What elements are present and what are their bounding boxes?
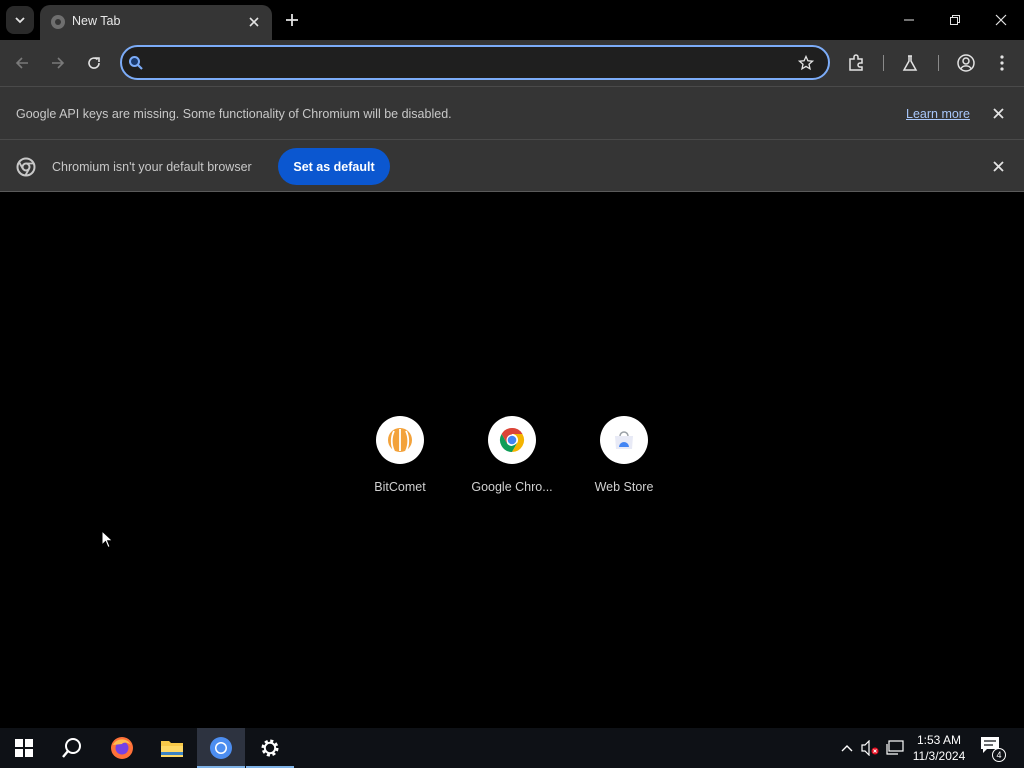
plus-icon xyxy=(286,14,298,26)
star-icon[interactable] xyxy=(798,55,814,71)
windows-logo-icon xyxy=(15,739,33,757)
close-icon xyxy=(992,160,1004,172)
close-icon xyxy=(249,17,259,27)
toolbar-separator xyxy=(938,55,939,71)
system-clock[interactable]: 1:53 AM 11/3/2024 xyxy=(906,732,972,764)
shortcut-tile-web-store[interactable]: Web Store xyxy=(574,416,674,506)
taskbar: 1:53 AM 11/3/2024 4 xyxy=(0,728,1024,768)
tab-search-button[interactable] xyxy=(6,6,34,34)
tab-title: New Tab xyxy=(72,14,121,28)
infobar-message: Google API keys are missing. Some functi… xyxy=(16,107,452,121)
show-hidden-icons-button[interactable] xyxy=(837,738,857,758)
shortcut-tile-bitcomet[interactable]: BitComet xyxy=(350,416,450,506)
forward-button[interactable] xyxy=(44,49,72,77)
chrome-icon xyxy=(488,416,536,464)
address-input[interactable] xyxy=(150,51,790,73)
clock-time: 1:53 AM xyxy=(916,733,962,747)
firefox-icon xyxy=(111,737,133,759)
shortcut-label: Web Store xyxy=(594,480,654,494)
chevron-down-icon xyxy=(15,17,25,24)
puzzle-icon xyxy=(849,54,863,71)
minimize-icon xyxy=(904,19,914,21)
shortcut-label: Google Chro... xyxy=(471,480,553,494)
clock-date: 11/3/2024 xyxy=(912,749,966,763)
infobar-close-button[interactable] xyxy=(988,156,1008,176)
more-vert-icon xyxy=(1000,55,1004,71)
settings-taskbar-button[interactable] xyxy=(246,728,294,768)
restore-icon xyxy=(950,15,960,25)
set-as-default-button[interactable]: Set as default xyxy=(278,148,390,185)
volume-button[interactable] xyxy=(860,738,880,758)
file-explorer-taskbar-button[interactable] xyxy=(148,728,196,768)
new-tab-button[interactable] xyxy=(280,8,304,32)
labs-button[interactable] xyxy=(896,49,924,77)
omnibox[interactable] xyxy=(120,45,830,80)
globe-icon xyxy=(51,15,65,29)
api-keys-infobar: Google API keys are missing. Some functi… xyxy=(0,86,1024,139)
start-button[interactable] xyxy=(0,728,48,768)
volume-muted-icon xyxy=(861,740,879,756)
infobar-close-button[interactable] xyxy=(988,103,1008,123)
firefox-taskbar-button[interactable] xyxy=(98,728,146,768)
notification-count-badge: 4 xyxy=(992,748,1006,762)
toolbar-separator xyxy=(883,55,884,71)
account-icon xyxy=(957,54,975,72)
menu-button[interactable] xyxy=(988,49,1016,77)
shortcut-label: BitComet xyxy=(374,480,426,494)
search-icon xyxy=(62,738,81,758)
tab-strip: New Tab xyxy=(0,0,1024,40)
tab-close-button[interactable] xyxy=(244,12,264,32)
chromium-logo-icon xyxy=(16,157,36,177)
shortcut-tile-google-chrome[interactable]: Google Chro... xyxy=(462,416,562,506)
flask-icon xyxy=(902,55,918,71)
restore-button[interactable] xyxy=(932,0,978,40)
infobar-message: Chromium isn't your default browser xyxy=(52,160,252,174)
network-icon xyxy=(886,740,904,755)
arrow-left-icon xyxy=(15,57,28,69)
extensions-button[interactable] xyxy=(842,49,870,77)
search-icon xyxy=(129,56,143,70)
back-button[interactable] xyxy=(8,49,36,77)
gear-icon xyxy=(261,739,279,757)
minimize-button[interactable] xyxy=(886,0,932,40)
webstore-icon xyxy=(600,416,648,464)
chevron-up-icon xyxy=(841,745,853,752)
reload-icon xyxy=(88,57,100,69)
folder-icon xyxy=(161,741,183,757)
close-window-button[interactable] xyxy=(978,0,1024,40)
action-center-button[interactable]: 4 xyxy=(980,736,1006,762)
chromium-taskbar-button[interactable] xyxy=(197,728,245,768)
close-icon xyxy=(992,107,1004,119)
arrow-right-icon xyxy=(52,57,65,69)
tab-new-tab[interactable]: New Tab xyxy=(40,5,272,40)
learn-more-link[interactable]: Learn more xyxy=(906,107,970,121)
reload-button[interactable] xyxy=(80,49,108,77)
mouse-pointer-icon xyxy=(101,530,114,549)
bitcomet-icon xyxy=(376,416,424,464)
search-button[interactable] xyxy=(48,728,96,768)
default-browser-infobar: Chromium isn't your default browser Set … xyxy=(0,139,1024,192)
network-button[interactable] xyxy=(885,738,905,758)
chromium-icon xyxy=(210,737,232,759)
profile-button[interactable] xyxy=(952,49,980,77)
close-icon xyxy=(995,14,1007,26)
